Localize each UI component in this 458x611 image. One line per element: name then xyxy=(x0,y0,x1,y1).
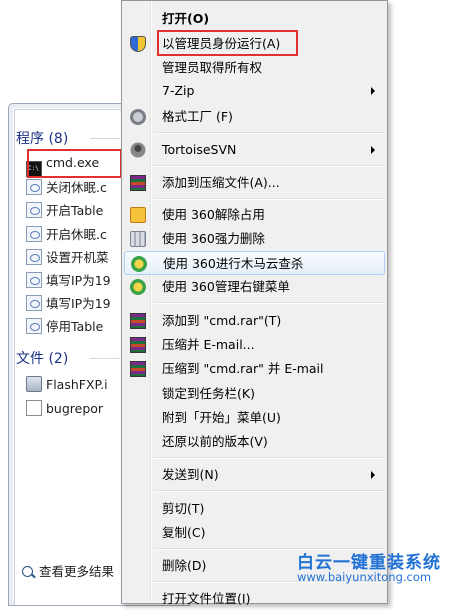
menu-item-360-shred[interactable]: 使用 360强力删除 xyxy=(124,227,385,251)
menu-item-label: 添加到 "cmd.rar"(T) xyxy=(162,313,282,328)
menu-item-open[interactable]: 打开(O) xyxy=(124,7,385,31)
menu-item-label: 复制(C) xyxy=(162,525,206,540)
menu-separator xyxy=(153,132,385,133)
result-item-label: 填写IP为19 xyxy=(46,296,111,311)
menu-item-label: 打开(O) xyxy=(162,11,210,26)
menu-separator xyxy=(153,198,385,199)
menu-item-label: 7-Zip xyxy=(162,83,195,98)
result-item[interactable]: 填写IP为19 xyxy=(26,293,111,315)
360-shred-icon xyxy=(130,231,146,247)
menu-item-label: 使用 360强力删除 xyxy=(162,231,265,246)
batch-file-icon xyxy=(26,295,42,311)
cmd-highlight-box xyxy=(27,149,122,178)
divider xyxy=(90,138,120,139)
divider xyxy=(90,358,120,359)
result-item[interactable]: FlashFXP.i xyxy=(26,374,108,396)
see-more-results-link[interactable]: 查看更多结果 xyxy=(22,561,114,580)
menu-item-label: 使用 360解除占用 xyxy=(162,207,265,222)
menu-item-pin-to-taskbar[interactable]: 锁定到任务栏(K) xyxy=(124,382,385,406)
result-item-label: 开启休眠.c xyxy=(46,227,107,242)
winrar-icon xyxy=(130,361,146,377)
result-item-label: 停用Table xyxy=(46,319,104,334)
tortoisesvn-icon xyxy=(130,142,146,158)
programs-group-title: 程序 (8) xyxy=(16,131,69,147)
result-item-label: 开启Table xyxy=(46,203,104,218)
menu-item-label: 压缩到 "cmd.rar" 并 E-mail xyxy=(162,361,324,376)
menu-item-take-ownership[interactable]: 管理员取得所有权 xyxy=(124,56,385,80)
batch-file-icon xyxy=(26,202,42,218)
menu-item-compress-to-cmd-rar-email[interactable]: 压缩到 "cmd.rar" 并 E-mail xyxy=(124,357,385,381)
menu-item-label: 删除(D) xyxy=(162,558,207,573)
batch-file-icon xyxy=(26,179,42,195)
winrar-icon xyxy=(130,313,146,329)
result-item-label: 填写IP为19 xyxy=(46,273,111,288)
menu-item-360-manage[interactable]: 使用 360管理右键菜单 xyxy=(124,275,385,299)
run-as-admin-highlight-box xyxy=(157,30,298,56)
menu-item-360-scan[interactable]: 使用 360进行木马云查杀 xyxy=(124,251,385,275)
batch-file-icon xyxy=(26,272,42,288)
menu-item-label: 发送到(N) xyxy=(162,467,219,482)
360-unlock-icon xyxy=(130,207,146,223)
result-item[interactable]: 填写IP为19 xyxy=(26,270,111,292)
menu-item-label: 剪切(T) xyxy=(162,501,205,516)
menu-item-open-file-location[interactable]: 打开文件位置(I) xyxy=(124,587,385,611)
result-item-label: 关闭休眠.c xyxy=(46,180,107,195)
menu-item-label: 管理员取得所有权 xyxy=(162,60,263,75)
menu-item-label: 还原以前的版本(V) xyxy=(162,434,268,449)
result-item-label: FlashFXP.i xyxy=(46,377,108,392)
360-scan-icon xyxy=(131,256,147,272)
result-item-label: bugrepor xyxy=(46,401,104,416)
gear-icon xyxy=(130,109,146,125)
menu-separator xyxy=(153,457,385,458)
winrar-icon xyxy=(130,175,146,191)
menu-item-send-to[interactable]: 发送到(N) xyxy=(124,463,385,487)
uac-shield-icon xyxy=(130,36,146,52)
menu-item-restore-versions[interactable]: 还原以前的版本(V) xyxy=(124,430,385,454)
menu-item-format-factory[interactable]: 格式工厂 (F) xyxy=(124,105,385,129)
winrar-icon xyxy=(130,337,146,353)
menu-separator xyxy=(153,165,385,166)
result-item[interactable]: bugrepor xyxy=(26,398,103,420)
result-item[interactable]: 设置开机菜 xyxy=(26,247,109,269)
menu-item-add-to-archive[interactable]: 添加到压缩文件(A)... xyxy=(124,171,385,195)
context-menu: 打开(O) 以管理员身份运行(A) 管理员取得所有权 7-Zip 格式工厂 (F… xyxy=(121,0,388,606)
batch-file-icon xyxy=(26,249,42,265)
result-item[interactable]: 关闭休眠.c xyxy=(26,177,107,199)
360-scan-icon xyxy=(130,279,146,295)
menu-item-pin-to-start[interactable]: 附到「开始」菜单(U) xyxy=(124,406,385,430)
batch-file-icon xyxy=(26,226,42,242)
menu-item-label: 添加到压缩文件(A)... xyxy=(162,175,280,190)
menu-item-7zip[interactable]: 7-Zip xyxy=(124,79,385,103)
submenu-arrow-icon xyxy=(371,471,375,479)
files-group-title: 文件 (2) xyxy=(16,351,69,367)
result-item[interactable]: 开启Table xyxy=(26,200,103,222)
menu-item-label: 使用 360管理右键菜单 xyxy=(162,279,290,294)
result-item-label: 设置开机菜 xyxy=(46,250,109,265)
menu-separator xyxy=(153,490,385,491)
menu-item-add-to-cmd-rar[interactable]: 添加到 "cmd.rar"(T) xyxy=(124,309,385,333)
result-item[interactable]: 开启休眠.c xyxy=(26,224,107,246)
menu-item-cut[interactable]: 剪切(T) xyxy=(124,497,385,521)
batch-file-icon xyxy=(26,318,42,334)
menu-item-label: 格式工厂 (F) xyxy=(162,109,233,124)
result-item[interactable]: 停用Table xyxy=(26,316,103,338)
file-icon xyxy=(26,400,42,416)
watermark-url: www.baiyunxitong.com xyxy=(297,570,432,584)
see-more-label: 查看更多结果 xyxy=(39,564,115,579)
menu-item-label: 压缩并 E-mail... xyxy=(162,337,255,352)
menu-item-label: 使用 360进行木马云查杀 xyxy=(163,256,304,271)
menu-item-tortoisesvn[interactable]: TortoiseSVN xyxy=(124,138,385,162)
exe-icon xyxy=(26,376,42,392)
menu-item-360-unlock[interactable]: 使用 360解除占用 xyxy=(124,203,385,227)
submenu-arrow-icon xyxy=(371,87,375,95)
search-icon xyxy=(22,566,33,577)
menu-separator xyxy=(153,302,385,303)
menu-item-compress-email[interactable]: 压缩并 E-mail... xyxy=(124,333,385,357)
submenu-arrow-icon xyxy=(371,146,375,154)
menu-item-label: 附到「开始」菜单(U) xyxy=(162,410,281,425)
menu-item-label: TortoiseSVN xyxy=(162,142,237,157)
menu-item-label: 锁定到任务栏(K) xyxy=(162,386,255,401)
menu-item-label: 打开文件位置(I) xyxy=(162,591,251,606)
menu-item-copy[interactable]: 复制(C) xyxy=(124,521,385,545)
